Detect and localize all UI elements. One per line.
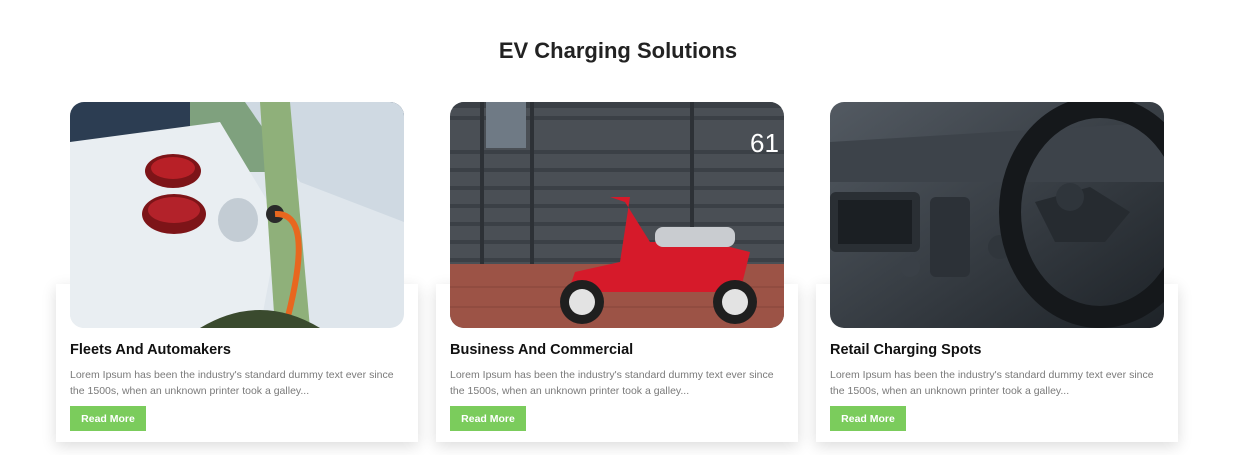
read-more-button[interactable]: Read More xyxy=(70,406,146,431)
card-description: Lorem Ipsum has been the industry's stan… xyxy=(450,369,774,397)
card-description: Lorem Ipsum has been the industry's stan… xyxy=(830,369,1154,397)
card-description: Lorem Ipsum has been the industry's stan… xyxy=(70,369,394,397)
section-title: EV Charging Solutions xyxy=(498,38,738,63)
card-retail: Retail Charging Spots Lorem Ipsum has be… xyxy=(816,102,1178,442)
card-title: Retail Charging Spots xyxy=(830,342,982,358)
photo-number-text: 61 xyxy=(750,128,779,158)
car-interior-photo xyxy=(830,102,1164,328)
scooter-photo: 61 xyxy=(450,102,784,328)
card-business: 61 Business And Commercial Lorem Ipsum h… xyxy=(436,102,798,442)
read-more-button[interactable]: Read More xyxy=(450,406,526,431)
card-title: Fleets And Automakers xyxy=(70,342,231,358)
card-fleets: Fleets And Automakers Lorem Ipsum has be… xyxy=(56,102,418,442)
card-title: Business And Commercial xyxy=(450,342,634,358)
read-more-button[interactable]: Read More xyxy=(830,406,906,431)
car-charging-photo xyxy=(70,102,404,328)
